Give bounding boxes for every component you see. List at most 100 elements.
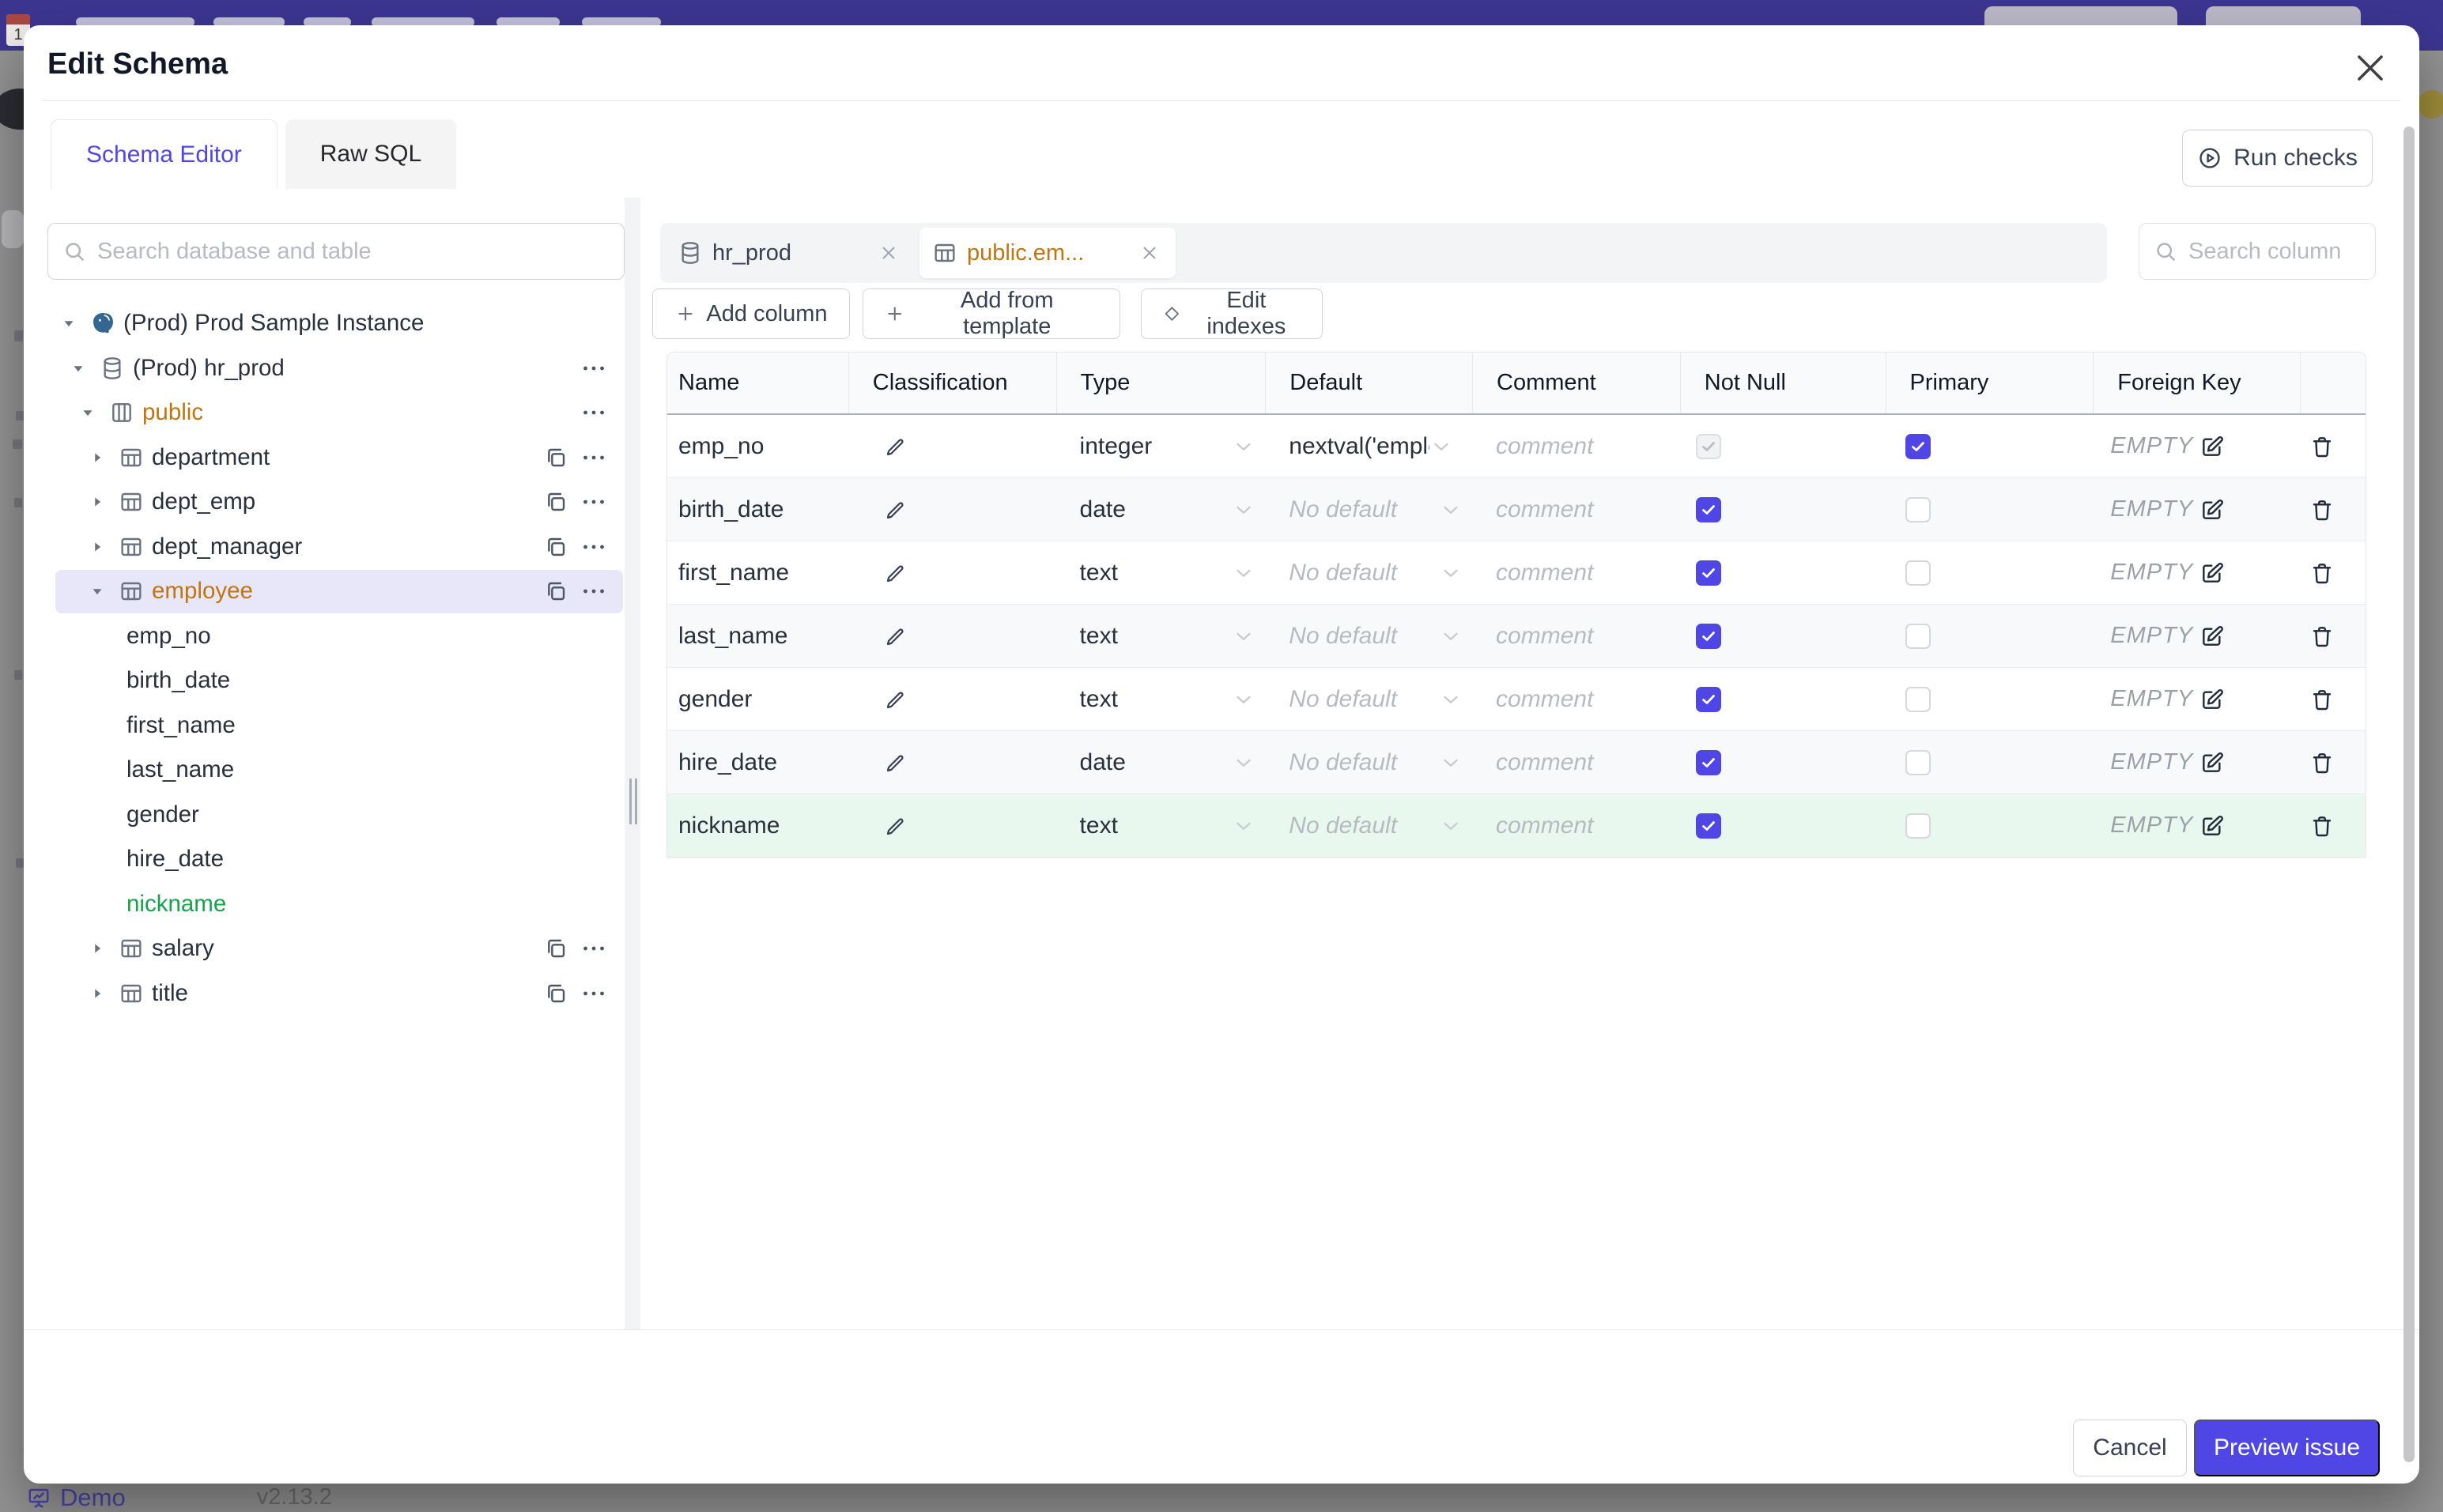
editor-tab-hr_prod[interactable]: hr_prod — [665, 228, 915, 278]
delete-column-icon[interactable] — [2309, 560, 2335, 586]
tree-item--Prod-hr_prod[interactable]: (Prod) hr_prod — [47, 346, 625, 391]
tree-item--Prod-Prod-Sample-Instance[interactable]: (Prod) Prod Sample Instance — [47, 301, 625, 346]
tree-item-public[interactable]: public — [47, 390, 625, 436]
default-select[interactable]: No default — [1265, 605, 1472, 667]
edit-classification-icon[interactable] — [884, 814, 908, 838]
type-select[interactable]: text — [1056, 541, 1266, 604]
edit-foreign-key-icon[interactable] — [2199, 497, 2225, 522]
delete-column-icon[interactable] — [2309, 624, 2335, 649]
edit-classification-icon[interactable] — [884, 688, 908, 711]
comment-input[interactable]: comment — [1472, 731, 1680, 794]
editor-tab-public-em-[interactable]: public.em... — [919, 228, 1176, 278]
type-select[interactable]: integer — [1056, 415, 1266, 477]
copy-icon[interactable] — [543, 579, 568, 604]
caret-right-icon[interactable] — [89, 538, 106, 556]
add-column-button[interactable]: Add column — [652, 288, 850, 339]
caret-down-icon[interactable] — [89, 583, 106, 600]
delete-column-icon[interactable] — [2309, 497, 2335, 522]
copy-icon[interactable] — [543, 489, 568, 515]
close-tab-icon[interactable] — [878, 243, 899, 263]
copy-icon[interactable] — [543, 534, 568, 560]
comment-input[interactable]: comment — [1472, 541, 1680, 604]
more-icon[interactable] — [580, 354, 608, 383]
edit-foreign-key-icon[interactable] — [2199, 750, 2225, 775]
edit-classification-icon[interactable] — [884, 751, 908, 775]
tree-item-salary[interactable]: salary — [47, 926, 625, 971]
not-null-checkbox[interactable] — [1696, 497, 1721, 522]
comment-input[interactable]: comment — [1472, 794, 1680, 857]
delete-column-icon[interactable] — [2309, 813, 2335, 839]
primary-checkbox[interactable] — [1905, 813, 1931, 839]
column-search-input[interactable] — [2187, 238, 2419, 266]
column-name-cell[interactable]: last_name — [667, 605, 848, 667]
more-icon[interactable] — [580, 488, 608, 516]
tree-item-title[interactable]: title — [47, 971, 625, 1016]
type-select[interactable]: date — [1056, 731, 1266, 794]
default-select[interactable]: No default — [1265, 794, 1472, 857]
tree-item-employee[interactable]: employee — [47, 569, 625, 614]
not-null-checkbox[interactable] — [1696, 813, 1721, 839]
tab-raw-sql[interactable]: Raw SQL — [285, 119, 456, 189]
primary-checkbox[interactable] — [1905, 497, 1931, 522]
tree-item-department[interactable]: department — [47, 436, 625, 481]
column-name-cell[interactable]: emp_no — [667, 415, 848, 477]
more-icon[interactable] — [580, 398, 608, 427]
column-name-cell[interactable]: hire_date — [667, 731, 848, 794]
not-null-checkbox[interactable] — [1696, 434, 1721, 459]
tree-item-first_name[interactable]: first_name — [47, 703, 625, 748]
comment-input[interactable]: comment — [1472, 668, 1680, 730]
edit-foreign-key-icon[interactable] — [2199, 624, 2225, 649]
edit-foreign-key-icon[interactable] — [2199, 687, 2225, 712]
not-null-checkbox[interactable] — [1696, 560, 1721, 586]
edit-foreign-key-icon[interactable] — [2199, 813, 2225, 839]
modal-scrollbar[interactable] — [2403, 126, 2415, 1462]
delete-column-icon[interactable] — [2309, 434, 2335, 459]
tree-item-nickname[interactable]: nickname — [47, 882, 625, 927]
more-icon[interactable] — [580, 934, 608, 963]
primary-checkbox[interactable] — [1905, 624, 1931, 649]
primary-checkbox[interactable] — [1905, 434, 1931, 459]
close-icon[interactable] — [2351, 49, 2389, 87]
default-select[interactable]: No default — [1265, 541, 1472, 604]
default-select[interactable]: nextval('employ — [1265, 415, 1472, 477]
not-null-checkbox[interactable] — [1696, 624, 1721, 649]
copy-icon[interactable] — [543, 445, 568, 470]
edit-foreign-key-icon[interactable] — [2199, 560, 2225, 586]
comment-input[interactable]: comment — [1472, 605, 1680, 667]
primary-checkbox[interactable] — [1905, 687, 1931, 712]
not-null-checkbox[interactable] — [1696, 687, 1721, 712]
type-select[interactable]: text — [1056, 794, 1266, 857]
tree-item-dept_emp[interactable]: dept_emp — [47, 480, 625, 525]
tab-schema-editor[interactable]: Schema Editor — [51, 119, 278, 190]
delete-column-icon[interactable] — [2309, 687, 2335, 712]
database-search-input[interactable] — [96, 238, 624, 266]
caret-down-icon[interactable] — [79, 404, 96, 421]
tree-item-dept_manager[interactable]: dept_manager — [47, 525, 625, 570]
copy-icon[interactable] — [543, 936, 568, 961]
more-icon[interactable] — [580, 443, 608, 472]
primary-checkbox[interactable] — [1905, 560, 1931, 586]
cancel-button[interactable]: Cancel — [2073, 1420, 2187, 1476]
panel-resizer[interactable] — [625, 198, 640, 1329]
more-icon[interactable] — [580, 979, 608, 1008]
tree-item-last_name[interactable]: last_name — [47, 748, 625, 793]
tree-item-gender[interactable]: gender — [47, 793, 625, 838]
caret-down-icon[interactable] — [60, 315, 77, 332]
caret-down-icon[interactable] — [70, 360, 87, 377]
column-search[interactable] — [2139, 223, 2376, 280]
caret-right-icon[interactable] — [89, 985, 106, 1002]
resizer-grip-icon[interactable] — [629, 779, 639, 824]
default-select[interactable]: No default — [1265, 731, 1472, 794]
run-checks-button[interactable]: Run checks — [2182, 130, 2373, 187]
tree-item-hire_date[interactable]: hire_date — [47, 837, 625, 882]
edit-classification-icon[interactable] — [884, 498, 908, 522]
copy-icon[interactable] — [543, 981, 568, 1006]
close-tab-icon[interactable] — [1139, 243, 1160, 263]
default-select[interactable]: No default — [1265, 668, 1472, 730]
caret-right-icon[interactable] — [89, 493, 106, 511]
comment-input[interactable]: comment — [1472, 478, 1680, 541]
edit-classification-icon[interactable] — [884, 624, 908, 648]
type-select[interactable]: date — [1056, 478, 1266, 541]
add-from-template-button[interactable]: Add from template — [863, 288, 1120, 339]
type-select[interactable]: text — [1056, 668, 1266, 730]
